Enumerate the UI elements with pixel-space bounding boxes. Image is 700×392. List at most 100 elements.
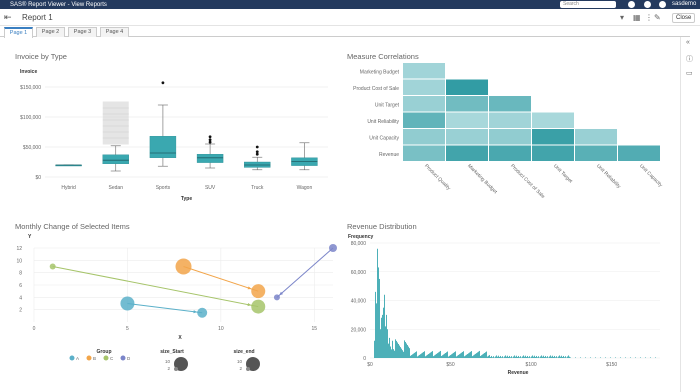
histogram-bar <box>610 357 611 358</box>
histogram-bar <box>385 326 386 358</box>
histogram-bar <box>398 344 399 358</box>
histogram-bar <box>424 351 425 358</box>
histogram-bar <box>459 354 460 358</box>
histogram-bar <box>405 341 406 358</box>
histogram-bar <box>455 351 456 358</box>
histogram-bar <box>471 351 472 358</box>
histogram-bar <box>595 357 596 358</box>
histogram-bar <box>528 357 529 358</box>
histogram-bar <box>406 343 407 358</box>
histogram-bar <box>492 357 493 358</box>
histogram-bar <box>430 352 431 358</box>
histogram-bar <box>417 356 418 358</box>
histogram-bar <box>486 351 487 358</box>
histogram-bar <box>509 355 510 358</box>
histogram-bar <box>422 352 423 358</box>
histogram-bar <box>483 353 484 358</box>
histogram-bar <box>477 352 478 358</box>
histogram-bar <box>529 356 530 358</box>
x-tick-label: $150 <box>606 362 617 368</box>
histogram-bar <box>488 355 489 358</box>
histogram-bar <box>375 291 376 358</box>
histogram-bar <box>499 356 500 358</box>
histogram-bar <box>518 355 519 358</box>
histogram-bar <box>491 355 492 358</box>
histogram-bar <box>600 357 601 358</box>
histogram-bar <box>514 355 515 358</box>
histogram-bar <box>448 356 449 358</box>
histogram-bar <box>554 355 555 358</box>
histogram-bar <box>433 356 434 358</box>
revenue-histogram[interactable]: Frequency 0 20,000 40,000 60,000 80,000 $0 $50 $… <box>0 0 700 392</box>
histogram-bar <box>541 355 542 358</box>
x-tick-label: $100 <box>526 362 537 368</box>
x-tick-label: $0 <box>367 362 373 368</box>
histogram-bar <box>570 357 571 358</box>
histogram-bar <box>380 329 381 358</box>
histogram-bar <box>543 355 544 358</box>
histogram-bar <box>382 314 383 358</box>
histogram-bar <box>391 349 392 358</box>
histogram-bar <box>526 356 527 358</box>
histogram-bar <box>428 354 429 358</box>
histogram-bar <box>508 356 509 358</box>
histogram-bar <box>397 342 398 358</box>
histogram-bar <box>568 355 569 358</box>
histogram-bar <box>575 357 576 358</box>
histogram-bar <box>468 353 469 358</box>
histogram-bar <box>460 353 461 358</box>
y-tick-label: 40,000 <box>351 299 367 305</box>
histogram-bar <box>569 356 570 358</box>
histogram-bar <box>590 357 591 358</box>
histogram-bar <box>496 355 497 358</box>
histogram-bar <box>463 351 464 358</box>
histogram-bar <box>480 355 481 358</box>
histogram-bar <box>553 356 554 358</box>
histogram-bar <box>511 356 512 358</box>
histogram-bar <box>402 350 403 358</box>
histogram-bar <box>493 356 494 358</box>
histogram-bar <box>469 352 470 358</box>
histogram-bar <box>522 356 523 358</box>
histogram-bar <box>498 355 499 358</box>
histogram-bar <box>426 355 427 358</box>
histogram-bar <box>464 356 465 358</box>
histogram-bar <box>376 303 377 358</box>
histogram-bar <box>401 348 402 358</box>
histogram-bar <box>516 355 517 358</box>
histogram-bar <box>635 357 636 358</box>
histogram-bar <box>490 356 491 358</box>
histogram-bar <box>549 356 550 358</box>
histogram-bar <box>374 340 375 358</box>
histogram-bar <box>546 357 547 358</box>
histogram-bar <box>580 357 581 358</box>
histogram-bar <box>650 357 651 358</box>
histogram-bar <box>383 307 384 358</box>
histogram-bar <box>560 356 561 358</box>
histogram-bar <box>645 357 646 358</box>
histogram-bar <box>547 356 548 358</box>
histogram-bar <box>497 356 498 358</box>
histogram-bar <box>559 355 560 358</box>
histogram-bar <box>630 357 631 358</box>
histogram-bar <box>425 356 426 358</box>
histogram-bar <box>545 355 546 358</box>
histogram-bar <box>407 345 408 358</box>
histogram-bar <box>440 350 441 358</box>
histogram-bar <box>504 356 505 358</box>
histogram-bar <box>435 354 436 358</box>
histogram-bar <box>443 354 444 358</box>
histogram-bar <box>394 350 395 358</box>
histogram-bar <box>620 357 621 358</box>
histogram-bar <box>640 357 641 358</box>
histogram-bar <box>502 356 503 358</box>
histogram-bar <box>505 355 506 358</box>
histogram-bar <box>453 352 454 358</box>
histogram-bar <box>519 357 520 358</box>
histogram-bar <box>400 347 401 358</box>
histogram-bar <box>548 357 549 358</box>
histogram-bar <box>377 248 378 358</box>
histogram-bar <box>387 329 388 358</box>
histogram-bar <box>507 355 508 358</box>
histogram-bar <box>544 356 545 358</box>
